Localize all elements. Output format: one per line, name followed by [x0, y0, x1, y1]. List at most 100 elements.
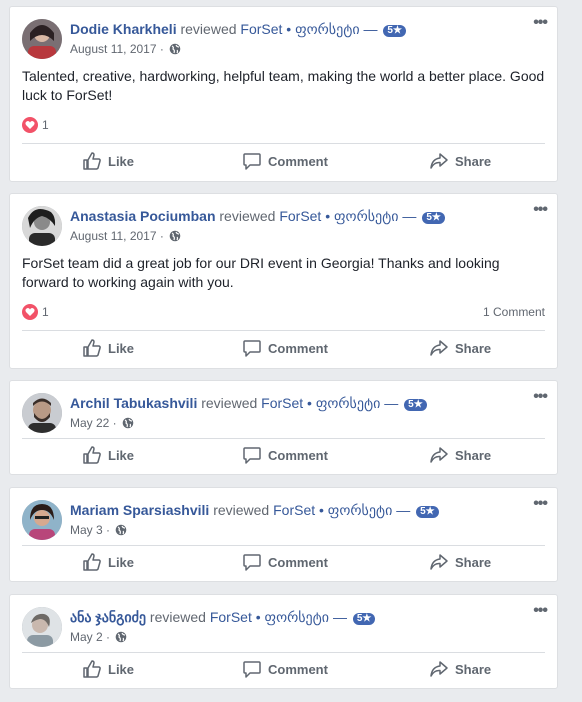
- post-title: Dodie Kharkheli reviewed ForSet • ფორსეტ…: [70, 20, 406, 38]
- comment-button[interactable]: Comment: [242, 653, 328, 685]
- comment-button[interactable]: Comment: [242, 439, 328, 471]
- comment-button[interactable]: Comment: [242, 546, 328, 578]
- action-bar: Like Comment Share: [10, 145, 557, 177]
- action-bar: Like Comment Share: [10, 332, 557, 364]
- like-button[interactable]: Like: [82, 332, 134, 364]
- action-bar: Like Comment Share: [10, 439, 557, 471]
- review-post-2: Anastasia Pociumban reviewed ForSet • ფო…: [9, 193, 558, 369]
- post-date[interactable]: May 22 ·: [70, 416, 117, 430]
- comment-icon: [243, 153, 261, 170]
- heart-icon: [22, 117, 38, 133]
- more-icon[interactable]: •••: [533, 389, 548, 405]
- share-label: Share: [455, 447, 492, 463]
- reaction-count: 1: [42, 305, 49, 319]
- page-alt-name[interactable]: • ფორსეტი —: [321, 208, 420, 224]
- comment-icon: [243, 447, 261, 464]
- post-date[interactable]: August 11, 2017 ·: [70, 42, 164, 56]
- like-icon: [83, 553, 101, 571]
- globe-icon: [169, 230, 181, 242]
- share-button[interactable]: Share: [429, 653, 491, 685]
- avatar[interactable]: [22, 393, 62, 433]
- share-label: Share: [455, 340, 492, 356]
- like-icon: [83, 339, 101, 357]
- post-header: ანა ჯანგიძე reviewed ForSet • ფორსეტი — …: [22, 603, 557, 647]
- avatar[interactable]: [22, 206, 62, 246]
- like-label: Like: [108, 554, 135, 570]
- share-icon: [430, 661, 448, 677]
- divider: [22, 143, 545, 144]
- page-link[interactable]: ForSet: [279, 208, 321, 224]
- reviewed-text: reviewed: [201, 395, 258, 411]
- globe-icon: [122, 417, 134, 429]
- share-button[interactable]: Share: [429, 145, 491, 177]
- comment-icon: [243, 554, 261, 571]
- post-meta: May 22 ·: [70, 415, 134, 431]
- post-date[interactable]: May 2 ·: [70, 630, 110, 644]
- reaction-summary[interactable]: 1: [22, 117, 49, 133]
- post-header: Archil Tabukashvili reviewed ForSet • ფო…: [22, 389, 557, 433]
- page-link[interactable]: ForSet: [273, 502, 315, 518]
- avatar[interactable]: [22, 607, 62, 647]
- author-name[interactable]: ანა ჯანგიძე: [70, 609, 146, 625]
- post-date[interactable]: August 11, 2017 ·: [70, 229, 164, 243]
- comment-label: Comment: [268, 340, 328, 356]
- like-label: Like: [108, 447, 135, 463]
- author-name[interactable]: Mariam Sparsiashvili: [70, 502, 209, 518]
- comment-icon: [243, 340, 261, 357]
- post-header: Anastasia Pociumban reviewed ForSet • ფო…: [22, 202, 557, 246]
- share-button[interactable]: Share: [429, 332, 491, 364]
- rating-badge: 5★: [404, 399, 427, 411]
- post-meta: August 11, 2017 ·: [70, 41, 181, 57]
- review-text: Talented, creative, hardworking, helpful…: [22, 68, 545, 103]
- rating-badge: 5★: [352, 613, 376, 625]
- rating-badge: 5★: [416, 506, 439, 518]
- more-icon[interactable]: •••: [533, 202, 548, 218]
- more-icon[interactable]: •••: [533, 603, 548, 619]
- share-button[interactable]: Share: [429, 439, 491, 471]
- page-link[interactable]: ForSet: [210, 609, 252, 625]
- post-title: ანა ჯანგიძე reviewed ForSet • ფორსეტი — …: [70, 608, 376, 626]
- rating-badge: 5★: [422, 212, 445, 224]
- like-button[interactable]: Like: [82, 145, 134, 177]
- like-label: Like: [108, 153, 135, 169]
- page-alt-name[interactable]: • ფორსეტი —: [252, 609, 351, 625]
- author-name[interactable]: Dodie Kharkheli: [70, 21, 177, 37]
- page-alt-name[interactable]: • ფორსეტი —: [282, 21, 381, 37]
- page-link[interactable]: ForSet: [261, 395, 303, 411]
- review-post-1: Dodie Kharkheli reviewed ForSet • ფორსეტ…: [9, 6, 558, 182]
- comment-button[interactable]: Comment: [242, 145, 328, 177]
- share-icon: [430, 554, 448, 570]
- share-label: Share: [455, 153, 492, 169]
- like-icon: [83, 660, 101, 678]
- reviewed-text: reviewed: [219, 208, 276, 224]
- avatar[interactable]: [22, 500, 62, 540]
- page-alt-name[interactable]: • ფორსეტი —: [315, 502, 414, 518]
- share-icon: [430, 153, 448, 169]
- more-icon[interactable]: •••: [533, 496, 548, 512]
- share-button[interactable]: Share: [429, 546, 491, 578]
- page-alt-name[interactable]: • ფორსეტი —: [303, 395, 402, 411]
- comment-icon: [243, 661, 261, 678]
- post-title: Anastasia Pociumban reviewed ForSet • ფო…: [70, 207, 445, 225]
- author-name[interactable]: Archil Tabukashvili: [70, 395, 197, 411]
- comment-button[interactable]: Comment: [242, 332, 328, 364]
- post-meta: May 3 ·: [70, 522, 127, 538]
- reviewed-text: reviewed: [149, 609, 206, 625]
- like-button[interactable]: Like: [82, 653, 134, 685]
- comment-count[interactable]: 1 Comment: [483, 304, 545, 320]
- post-date[interactable]: May 3 ·: [70, 523, 110, 537]
- page-link[interactable]: ForSet: [240, 21, 282, 37]
- more-icon[interactable]: •••: [533, 15, 548, 31]
- like-button[interactable]: Like: [82, 546, 134, 578]
- post-meta: May 2 ·: [70, 629, 127, 645]
- comment-label: Comment: [268, 554, 328, 570]
- reaction-summary[interactable]: 1: [22, 304, 49, 320]
- like-label: Like: [108, 661, 135, 677]
- reaction-count: 1: [42, 118, 49, 132]
- author-name[interactable]: Anastasia Pociumban: [70, 208, 216, 224]
- like-icon: [83, 446, 101, 464]
- action-bar: Like Comment Share: [10, 653, 557, 685]
- like-button[interactable]: Like: [82, 439, 134, 471]
- share-label: Share: [455, 661, 492, 677]
- avatar[interactable]: [22, 19, 62, 59]
